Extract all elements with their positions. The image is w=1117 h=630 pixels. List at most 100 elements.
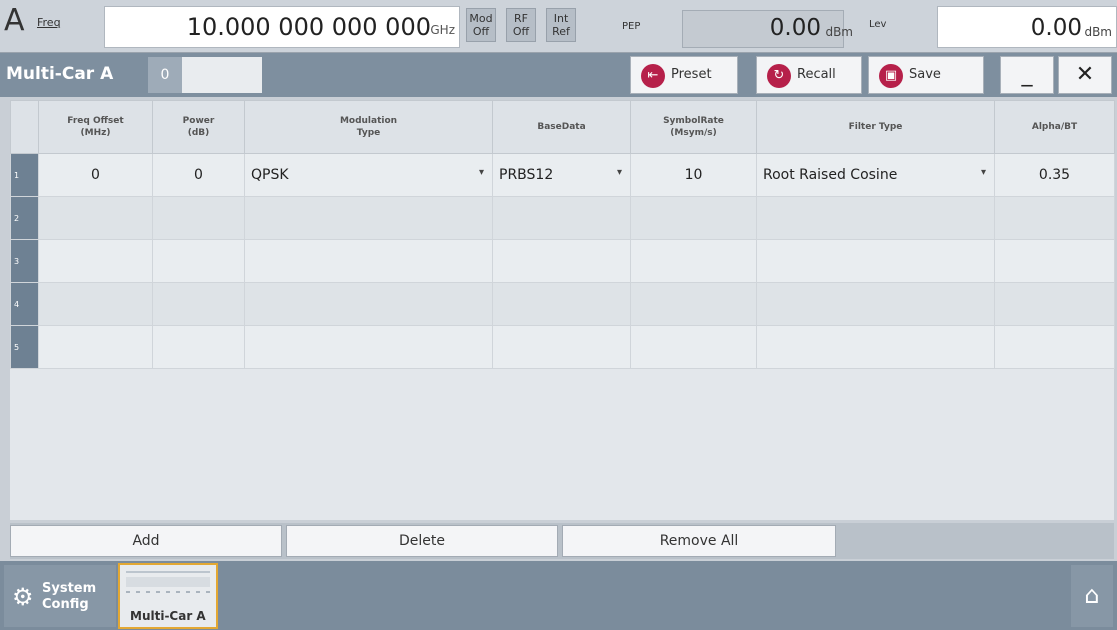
table-action-bar: Add Delete Remove All	[10, 523, 1114, 559]
col-filter[interactable]: Filter Type	[756, 100, 995, 154]
dialog-title-bar: Multi-Car A 0 ⇤ Preset ↻ Recall ▣ Save _…	[0, 53, 1117, 97]
col-modulation[interactable]: Modulation Type	[244, 100, 493, 154]
table-row[interactable]: 2	[10, 196, 1115, 240]
basedata-value: PRBS12	[499, 167, 554, 183]
basedata-dropdown[interactable]: PRBS12 ▾	[492, 153, 631, 197]
mod-off-toggle[interactable]: Mod Off	[466, 8, 496, 42]
alpha-cell[interactable]: 0.35	[994, 153, 1115, 197]
col-basedata[interactable]: BaseData	[492, 100, 631, 154]
modulation-cell[interactable]	[244, 239, 493, 283]
table-row[interactable]: 4	[10, 282, 1115, 326]
basedata-cell[interactable]	[492, 196, 631, 240]
carrier-tab-0[interactable]: 0	[148, 57, 182, 93]
freq-offset-cell[interactable]: 0	[38, 153, 153, 197]
taskbar: ⚙ System Config Multi-Car A ⌂	[0, 561, 1117, 630]
modulation-cell[interactable]	[244, 325, 493, 369]
level-value: 0.00	[1030, 15, 1082, 41]
thumbnail-preview	[126, 571, 210, 597]
power-cell[interactable]	[152, 196, 245, 240]
freq-offset-cell[interactable]	[38, 282, 153, 326]
power-cell[interactable]	[152, 325, 245, 369]
save-icon: ▣	[879, 64, 903, 88]
symbolrate-cell[interactable]	[630, 325, 757, 369]
symbolrate-cell[interactable]	[630, 239, 757, 283]
level-label: Lev	[869, 19, 887, 30]
level-field[interactable]: 0.00 dBm	[937, 6, 1117, 48]
multi-car-a-thumbnail[interactable]: Multi-Car A	[118, 563, 218, 629]
chevron-down-icon: ▾	[478, 167, 484, 178]
pep-label: PEP	[622, 21, 641, 32]
basedata-cell[interactable]	[492, 239, 631, 283]
mode-letter: A	[4, 3, 25, 38]
col-alpha[interactable]: Alpha/BT	[994, 100, 1115, 154]
filter-value: Root Raised Cosine	[763, 167, 898, 183]
col-symbolrate[interactable]: SymbolRate (Msym/s)	[630, 100, 757, 154]
rf-off-toggle[interactable]: RF Off	[506, 8, 536, 42]
save-button[interactable]: ▣ Save	[868, 56, 984, 94]
filter-dropdown[interactable]: Root Raised Cosine ▾	[756, 153, 995, 197]
power-cell[interactable]: 0	[152, 153, 245, 197]
symbolrate-cell[interactable]: 10	[630, 153, 757, 197]
system-config-label: System Config	[42, 581, 96, 613]
mod-tag-bottom: Off	[472, 25, 490, 38]
row-index: 5	[10, 325, 39, 369]
close-button[interactable]: ✕	[1058, 56, 1112, 94]
basedata-cell[interactable]	[492, 325, 631, 369]
modulation-cell[interactable]	[244, 282, 493, 326]
alpha-cell[interactable]	[994, 196, 1115, 240]
pep-unit: dBm	[825, 25, 853, 39]
filter-cell[interactable]	[756, 196, 995, 240]
table-row[interactable]: 1 0 0 QPSK ▾ PRBS12 ▾ 10 Root Raised Cosin…	[10, 153, 1115, 197]
carrier-tab-blank[interactable]	[182, 57, 262, 93]
system-label-line1: System	[42, 581, 97, 596]
carrier-table: Freq Offset (MHz) Power (dB) Modulation …	[10, 100, 1115, 369]
alpha-cell[interactable]	[994, 239, 1115, 283]
modulation-cell[interactable]	[244, 196, 493, 240]
row-index: 2	[10, 196, 39, 240]
add-button[interactable]: Add	[10, 525, 282, 557]
remove-all-button[interactable]: Remove All	[562, 525, 836, 557]
modulation-value: QPSK	[251, 167, 289, 183]
home-button[interactable]: ⌂	[1071, 565, 1113, 627]
minimize-button[interactable]: _	[1000, 56, 1054, 94]
recall-button[interactable]: ↻ Recall	[756, 56, 862, 94]
filter-cell[interactable]	[756, 239, 995, 283]
int-ref-toggle[interactable]: Int Ref	[546, 8, 576, 42]
col-power[interactable]: Power (dB)	[152, 100, 245, 154]
freq-offset-cell[interactable]	[38, 196, 153, 240]
status-bar: A Freq 10.000 000 000 000 GHz Mod Off RF…	[0, 0, 1117, 53]
thumbnail-label: Multi-Car A	[130, 609, 206, 623]
freq-label-link[interactable]: Freq	[37, 16, 61, 29]
recall-label: Recall	[797, 67, 836, 82]
home-icon: ⌂	[1084, 581, 1100, 609]
filter-cell[interactable]	[756, 325, 995, 369]
preset-label: Preset	[671, 67, 712, 82]
dialog-title: Multi-Car A	[6, 64, 114, 84]
system-label-line2: Config	[42, 597, 89, 612]
alpha-cell[interactable]	[994, 325, 1115, 369]
filter-cell[interactable]	[756, 282, 995, 326]
col-freq-offset[interactable]: Freq Offset (MHz)	[38, 100, 153, 154]
symbolrate-cell[interactable]	[630, 196, 757, 240]
freq-offset-cell[interactable]	[38, 325, 153, 369]
system-config-button[interactable]: ⚙ System Config	[4, 565, 116, 627]
delete-button[interactable]: Delete	[286, 525, 558, 557]
mod-tag-top: Mod	[469, 12, 493, 25]
table-row[interactable]: 5	[10, 325, 1115, 369]
power-cell[interactable]	[152, 282, 245, 326]
basedata-cell[interactable]	[492, 282, 631, 326]
frequency-unit: GHz	[430, 23, 455, 37]
modulation-dropdown[interactable]: QPSK ▾	[244, 153, 493, 197]
row-index: 4	[10, 282, 39, 326]
rf-tag-bottom: Off	[512, 25, 530, 38]
alpha-cell[interactable]	[994, 282, 1115, 326]
table-row[interactable]: 3	[10, 239, 1115, 283]
preset-button[interactable]: ⇤ Preset	[630, 56, 738, 94]
row-index: 3	[10, 239, 39, 283]
frequency-field[interactable]: 10.000 000 000 000 GHz	[104, 6, 460, 48]
chevron-down-icon: ▾	[980, 167, 986, 178]
freq-offset-cell[interactable]	[38, 239, 153, 283]
pep-readout: 0.00 dBm	[682, 10, 853, 48]
power-cell[interactable]	[152, 239, 245, 283]
symbolrate-cell[interactable]	[630, 282, 757, 326]
